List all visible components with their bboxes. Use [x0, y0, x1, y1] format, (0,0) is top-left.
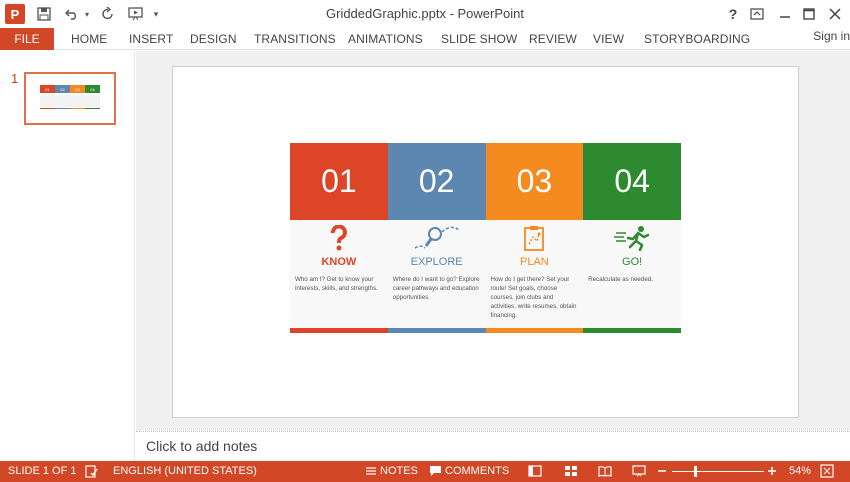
slide-indicator: SLIDE 1 OF 1 [8, 465, 77, 477]
step-number-04: 04 [583, 143, 681, 220]
notes-placeholder[interactable]: Click to add notes [146, 438, 257, 454]
tab-animations[interactable]: ANIMATIONS [348, 32, 423, 46]
status-bar: SLIDE 1 OF 1 ENGLISH (UNITED STATES) NOT… [0, 461, 850, 482]
comments-button[interactable]: COMMENTS [445, 465, 509, 477]
title-bar: P ▾ ▾ GriddedGraphic.pptx - PowerPoint ? [0, 0, 850, 28]
slide-canvas[interactable]: 01 KNOW Who am I? Get to know your inter… [172, 66, 799, 418]
thumbnail-cell-1: 01 [40, 85, 55, 93]
tab-insert[interactable]: INSERT [129, 32, 173, 46]
spell-check-icon[interactable] [84, 464, 98, 478]
fit-slide-icon[interactable] [820, 464, 834, 478]
step-title-go: GO! [622, 256, 643, 268]
zoom-out-icon[interactable] [655, 464, 669, 478]
step-title-plan: PLAN [520, 256, 549, 268]
thumbnail-bar-2 [55, 108, 70, 109]
zoom-slider[interactable] [672, 471, 764, 472]
step-bar-plan [485, 328, 584, 333]
ribbon-tabs: FILE HOME INSERT DESIGN TRANSITIONS ANIM… [0, 28, 850, 50]
tab-review[interactable]: REVIEW [529, 32, 577, 46]
running-person-icon [583, 223, 681, 253]
magnifier-path-icon [388, 223, 486, 253]
step-know[interactable]: 01 KNOW Who am I? Get to know your inter… [290, 143, 388, 333]
tab-home[interactable]: HOME [71, 32, 107, 46]
tab-design[interactable]: DESIGN [190, 32, 237, 46]
thumbnail-bar-1 [40, 108, 55, 109]
thumbnail-cell-2: 02 [55, 85, 70, 93]
step-number-01: 01 [290, 143, 388, 220]
step-title-know: KNOW [321, 256, 357, 268]
step-description-explore: Where do I want to go? Explore career pa… [392, 276, 480, 301]
gridded-graphic[interactable]: 01 KNOW Who am I? Get to know your inter… [290, 143, 681, 333]
tab-slide-show[interactable]: SLIDE SHOW [441, 32, 517, 46]
slide-thumbnail-number: 1 [11, 71, 19, 86]
powerpoint-window: P ▾ ▾ GriddedGraphic.pptx - PowerPoint ? [0, 0, 850, 482]
thumbnail-bar-4 [85, 108, 100, 109]
step-description-plan: How do I get there? Set your route! Set … [490, 276, 577, 319]
step-bar-explore [387, 328, 486, 333]
step-explore[interactable]: 02 EXPLORE Where do I want to go? Explor… [387, 143, 486, 333]
sign-in-link[interactable]: Sign in [813, 29, 850, 43]
notes-icon[interactable] [364, 464, 378, 478]
question-mark-icon [290, 223, 388, 253]
clipboard-plan-icon [486, 223, 584, 253]
slide-sorter-icon[interactable] [564, 464, 578, 478]
slide-thumbnail[interactable]: 01 02 03 04 [24, 72, 116, 125]
thumbnail-graphic: 01 02 03 04 [40, 85, 100, 111]
tab-file[interactable]: FILE [0, 28, 54, 50]
help-button[interactable]: ? [722, 4, 744, 24]
thumbnail-cell-4: 04 [85, 85, 100, 93]
tab-view[interactable]: VIEW [593, 32, 624, 46]
step-number-02: 02 [387, 143, 486, 220]
tab-storyboarding[interactable]: STORYBOARDING [644, 32, 750, 46]
normal-view-icon[interactable] [528, 464, 542, 478]
reading-view-icon[interactable] [598, 464, 612, 478]
zoom-level[interactable]: 54% [789, 465, 811, 477]
tab-transitions[interactable]: TRANSITIONS [254, 32, 336, 46]
ribbon-display-options-icon[interactable] [746, 4, 768, 24]
step-bar-know [290, 328, 388, 333]
step-description-know: Who am I? Get to know your interests, sk… [295, 276, 378, 292]
zoom-slider-thumb[interactable] [694, 466, 697, 477]
step-number-03: 03 [485, 143, 584, 220]
step-description-go: Recalculate as needed. [588, 276, 653, 283]
minimize-icon[interactable] [774, 4, 796, 24]
thumbnail-content [40, 95, 100, 107]
close-icon[interactable] [824, 4, 846, 24]
step-go[interactable]: 04 GO! Recalculate as needed. [583, 143, 681, 333]
slide-show-icon[interactable] [632, 464, 646, 478]
thumbnail-bar-3 [70, 108, 85, 109]
notes-button[interactable]: NOTES [380, 465, 418, 477]
comments-icon[interactable] [428, 464, 442, 478]
step-title-explore: EXPLORE [410, 256, 463, 268]
restore-icon[interactable] [798, 4, 820, 24]
zoom-in-icon[interactable] [765, 464, 779, 478]
language-indicator[interactable]: ENGLISH (UNITED STATES) [113, 465, 257, 477]
slide-thumbnail-pane: 1 01 02 03 04 [0, 51, 135, 461]
thumbnail-cell-3: 03 [70, 85, 85, 93]
step-bar-go [583, 328, 681, 333]
notes-pane[interactable]: Click to add notes [136, 431, 850, 461]
step-plan[interactable]: 03 PLAN How do I get there? Set your rou… [485, 143, 584, 333]
